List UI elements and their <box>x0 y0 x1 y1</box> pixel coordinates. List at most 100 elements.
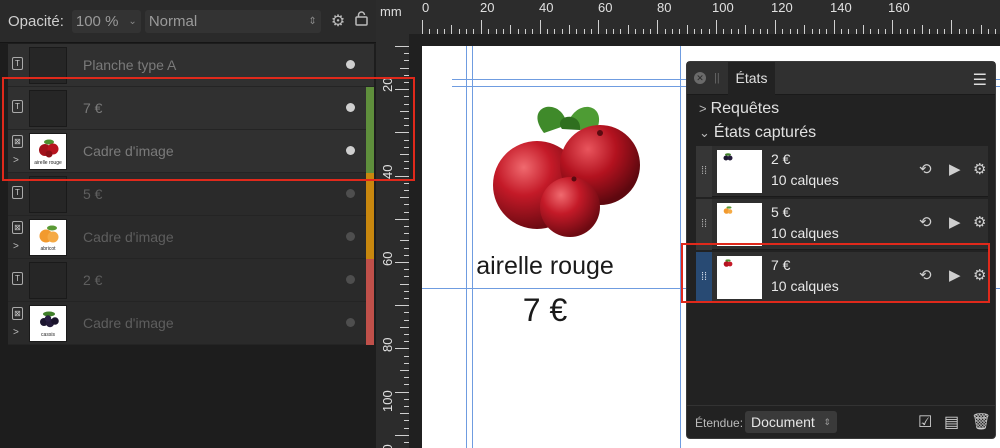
blackcurrant-thumb-icon <box>40 311 59 328</box>
ruler-tick <box>745 25 747 34</box>
blackcurrant-thumb-icon <box>723 153 733 161</box>
ruler-tick <box>404 269 409 271</box>
ruler-tick <box>395 46 409 47</box>
ruler-tick <box>782 29 784 34</box>
lock-icon[interactable] <box>355 11 368 31</box>
opacity-label: Opacité: <box>8 12 64 30</box>
ruler-tick <box>473 29 475 34</box>
states-header: ✕ || États ☰ <box>687 62 995 95</box>
chevron-updown-icon: ⇕ <box>823 417 831 427</box>
guide-vertical[interactable] <box>472 46 473 448</box>
ruler-tick <box>760 29 762 34</box>
chevron-right-icon[interactable]: > <box>13 327 19 338</box>
blend-mode-select[interactable]: Normal ⇕ <box>144 9 321 33</box>
ruler-tick <box>404 204 409 206</box>
ruler-tick <box>404 298 409 299</box>
gear-icon[interactable]: ⚙ <box>973 213 986 231</box>
state-price: 5 € <box>771 204 791 220</box>
product-price[interactable]: 7 € <box>452 292 638 329</box>
ruler-tick <box>980 25 982 34</box>
ruler-tick <box>554 29 556 34</box>
ruler-tick <box>620 29 622 34</box>
scope-label: Étendue: <box>695 416 744 430</box>
section-captured-states[interactable]: ⌄ États capturés <box>699 124 816 142</box>
capture-state-icon[interactable]: ☑ <box>918 412 932 432</box>
ruler-unit-label[interactable]: mm <box>376 0 409 34</box>
tab-states[interactable]: États <box>728 62 775 95</box>
ruler-tick <box>404 211 409 213</box>
text-frame-icon: T <box>12 272 23 285</box>
grip-icon[interactable]: || <box>714 72 720 84</box>
state-thumbnail <box>717 203 762 246</box>
ruler-tick <box>400 413 409 415</box>
list-icon[interactable]: ▤ <box>944 412 959 432</box>
layer-color-tag <box>366 216 374 259</box>
scope-select[interactable]: Document ⇕ <box>745 411 837 433</box>
ruler-tick <box>591 29 593 34</box>
ruler-tick <box>943 29 945 34</box>
ruler-tick <box>395 348 409 350</box>
ruler-tick <box>404 420 409 422</box>
ruler-tick <box>951 20 953 34</box>
ruler-label: 0 <box>422 0 430 15</box>
ruler-tick <box>517 29 519 34</box>
ruler-tick <box>730 29 732 34</box>
ruler-label: 40 <box>539 0 554 15</box>
layer-color-tag <box>366 259 374 302</box>
image-frame-icon: ⊠ <box>12 221 23 234</box>
cranberry-image[interactable] <box>482 95 647 245</box>
ruler-tick <box>826 29 828 34</box>
ruler-tick <box>583 29 585 34</box>
ruler-tick <box>774 20 776 34</box>
apricot-thumb-icon <box>39 225 59 243</box>
gear-icon[interactable]: ⚙ <box>973 160 986 178</box>
reset-state-icon[interactable]: ⟲ <box>919 213 932 231</box>
visibility-dot-icon[interactable] <box>346 318 355 327</box>
thumbnail-caption: cassis <box>41 332 55 338</box>
guide-vertical[interactable] <box>466 46 467 448</box>
section-queries[interactable]: > Requêtes <box>699 100 779 118</box>
layer-name: 5 € <box>83 186 103 202</box>
play-icon[interactable]: ▶ <box>949 160 961 178</box>
ruler-tick <box>404 377 409 379</box>
menu-icon[interactable]: ☰ <box>973 70 987 90</box>
layer-row[interactable]: ⊠ > abricot Cadre d'image <box>8 216 374 259</box>
ruler-tick <box>892 20 894 34</box>
chevron-down-icon: ⌄ <box>128 15 137 27</box>
ruler-tick <box>767 29 769 34</box>
ruler-tick <box>569 25 570 34</box>
product-name[interactable]: airelle rouge <box>452 252 638 281</box>
highlight-box-layers <box>2 77 415 181</box>
ruler-label: 160 <box>888 0 910 15</box>
layers-toolbar: Opacité: 100 % ⌄ Normal ⇕ ⚙ <box>0 0 376 43</box>
ruler-tick <box>404 60 409 62</box>
chevron-right-icon[interactable]: > <box>13 241 19 252</box>
close-icon[interactable]: ✕ <box>694 72 706 84</box>
visibility-dot-icon[interactable] <box>346 60 355 69</box>
ruler-tick <box>789 29 791 34</box>
visibility-dot-icon[interactable] <box>346 232 355 241</box>
opacity-field[interactable]: 100 % ⌄ <box>71 9 141 33</box>
visibility-dot-icon[interactable] <box>346 189 355 198</box>
gear-icon[interactable]: ⚙ <box>331 11 345 31</box>
reset-state-icon[interactable]: ⟲ <box>919 160 932 178</box>
layer-row[interactable]: ⊠ > cassis Cadre d'image <box>8 302 374 345</box>
ruler-tick <box>510 25 512 34</box>
trash-icon[interactable]: 🗑 <box>971 412 991 432</box>
ruler-tick <box>671 29 673 34</box>
ruler-label: 100 <box>712 0 734 15</box>
ruler-tick <box>693 29 695 34</box>
layer-row[interactable]: T 2 € <box>8 259 374 302</box>
drag-handle-icon[interactable]: ⁞⁞ <box>696 146 712 197</box>
ruler-tick <box>738 29 740 34</box>
layer-name: 2 € <box>83 272 103 288</box>
ruler-tick <box>664 29 666 34</box>
play-icon[interactable]: ▶ <box>949 213 961 231</box>
ruler-tick <box>400 370 409 371</box>
ruler-tick <box>404 319 409 321</box>
chevron-updown-icon: ⇕ <box>308 15 317 27</box>
state-item[interactable]: ⁞⁞ 2 € 10 calques ⟲ ▶ ⚙ <box>696 146 988 197</box>
ruler-top[interactable]: 0 20 40 60 80 100 120 140 160 <box>376 0 1000 34</box>
ruler-label: 140 <box>830 0 852 15</box>
visibility-dot-icon[interactable] <box>346 275 355 284</box>
